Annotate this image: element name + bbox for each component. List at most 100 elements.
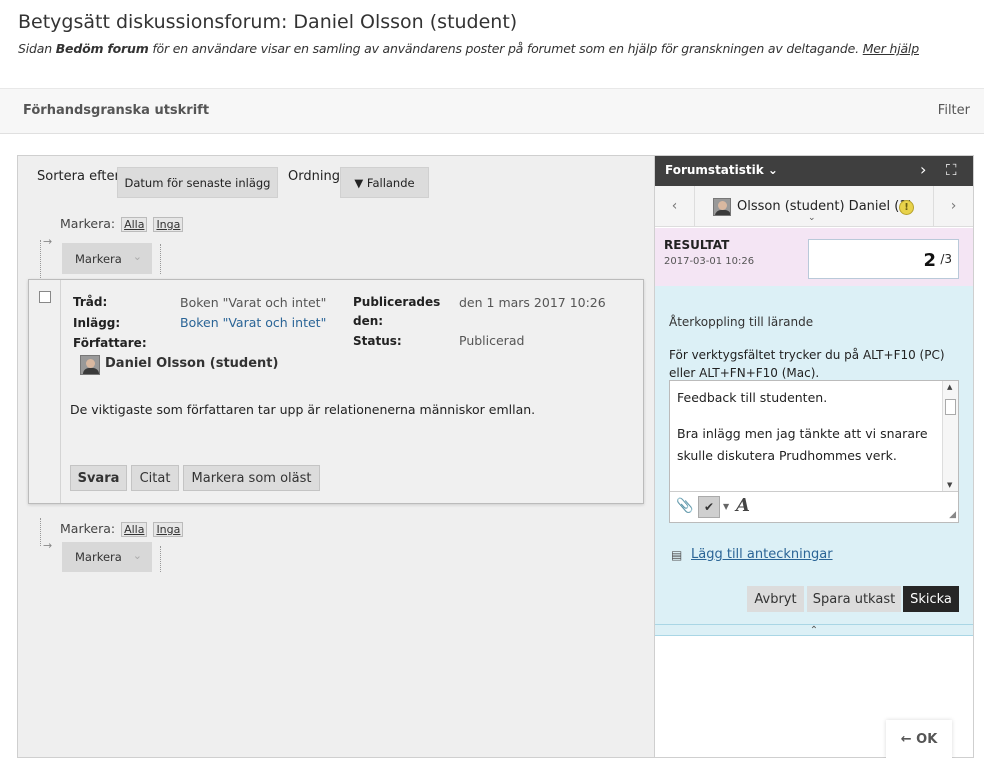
select-row-bottom: Markera: Alla Inga bbox=[60, 521, 184, 537]
page-header: Betygsätt diskussionsforum: Daniel Olsso… bbox=[0, 0, 984, 88]
font-format-icon[interactable]: A bbox=[736, 495, 750, 516]
thread-value: Boken "Varat och intet" bbox=[180, 295, 327, 310]
select-all-link[interactable]: Alla bbox=[121, 217, 148, 232]
student-navigator: ‹ Olsson (student) Daniel (1) ! ⌄ › bbox=[655, 186, 973, 227]
select-none-link[interactable]: Inga bbox=[153, 217, 184, 232]
post-card: Tråd: Boken "Varat och intet" Inlägg: Bo… bbox=[28, 279, 644, 504]
needs-grading-icon: ! bbox=[899, 200, 914, 215]
resize-grip-icon[interactable]: ◢ bbox=[949, 510, 956, 520]
chevron-up-icon: ⌃ bbox=[809, 624, 819, 636]
published-label: Publicerades bbox=[353, 295, 441, 309]
tree-connector bbox=[40, 518, 41, 546]
select-row-top: Markera: Alla Inga bbox=[60, 216, 184, 232]
score-input[interactable]: 2 /3 bbox=[808, 239, 959, 279]
post-link[interactable]: Boken "Varat och intet" bbox=[180, 315, 326, 330]
desc-prefix: Sidan bbox=[18, 41, 52, 56]
page-title: Betygsätt diskussionsforum: Daniel Olsso… bbox=[18, 11, 518, 33]
caret-down-icon[interactable]: ▼ bbox=[723, 502, 729, 511]
spellcheck-icon[interactable]: ✔ bbox=[698, 496, 720, 518]
chevron-down-icon: ⌄ bbox=[767, 163, 778, 177]
order-label: Ordning bbox=[288, 169, 340, 184]
chevron-right-icon[interactable]: › bbox=[920, 160, 926, 179]
page-description: Sidan Bedöm forum för en användare visar… bbox=[18, 41, 919, 56]
caret-down-icon[interactable]: ⌄ bbox=[808, 213, 816, 223]
result-date: 2017-03-01 10:26 bbox=[664, 256, 755, 267]
editor-toolbar: 📎 ✔ ▼ A ◢ bbox=[670, 491, 958, 522]
tree-connector bbox=[160, 546, 161, 572]
markera-dropdown-button[interactable]: Markera ⌄ bbox=[62, 542, 152, 572]
collapse-handle[interactable]: ⌃ bbox=[655, 624, 973, 636]
result-section: RESULTAT 2017-03-01 10:26 2 /3 bbox=[655, 228, 973, 286]
scroll-down-icon[interactable]: ▼ bbox=[947, 481, 952, 489]
divider bbox=[60, 280, 61, 503]
next-student-button[interactable]: › bbox=[933, 186, 973, 226]
previous-student-button[interactable]: ‹ bbox=[655, 186, 695, 226]
order-select[interactable]: ▼ Fallande bbox=[340, 167, 429, 198]
status-value: Publicerad bbox=[459, 333, 525, 348]
quote-button[interactable]: Citat bbox=[131, 465, 179, 491]
select-label: Markera: bbox=[60, 521, 116, 536]
chevron-left-icon: ‹ bbox=[671, 198, 678, 214]
forum-stats-toggle[interactable]: Forumstatistik ⌄ bbox=[665, 163, 778, 177]
posts-panel: Sortera efter Datum för senaste inlägg O… bbox=[17, 155, 655, 758]
select-all-link[interactable]: Alla bbox=[121, 522, 148, 537]
feedback-title: Återkoppling till lärande bbox=[669, 315, 814, 329]
scroll-up-icon[interactable]: ▲ bbox=[947, 383, 952, 391]
feedback-editor[interactable]: Feedback till studenten. Bra inlägg men … bbox=[669, 380, 959, 523]
select-label: Markera: bbox=[60, 216, 116, 231]
author-label: Författare: bbox=[73, 336, 147, 350]
markera-label: Markera bbox=[75, 550, 122, 564]
post-select-checkbox[interactable] bbox=[39, 291, 51, 303]
chevron-right-icon: › bbox=[950, 198, 957, 214]
reply-button[interactable]: Svara bbox=[70, 465, 127, 491]
select-none-link[interactable]: Inga bbox=[153, 522, 184, 537]
author-avatar bbox=[80, 355, 100, 375]
result-label: RESULTAT bbox=[664, 238, 730, 252]
markera-dropdown-button[interactable]: Markera ⌄ bbox=[62, 243, 152, 274]
tree-connector bbox=[160, 244, 161, 274]
feedback-line: Bra inlägg men jag tänkte att vi snarare… bbox=[677, 426, 928, 463]
status-label: Status: bbox=[353, 334, 402, 348]
arrow-right-icon: → bbox=[43, 235, 53, 248]
markera-label: Markera bbox=[75, 251, 122, 266]
student-selector[interactable]: Olsson (student) Daniel (1) bbox=[737, 199, 913, 214]
print-preview-button[interactable]: Förhandsgranska utskrift bbox=[23, 103, 209, 118]
feedback-line: Feedback till studenten. bbox=[677, 390, 828, 405]
student-avatar bbox=[713, 198, 731, 216]
thread-label: Tråd: bbox=[73, 295, 108, 309]
more-help-link[interactable]: Mer hjälp bbox=[863, 41, 919, 56]
post-body: De viktigaste som författaren tar upp är… bbox=[70, 402, 536, 417]
post-label: Inlägg: bbox=[73, 316, 121, 330]
forum-stats-bar: Forumstatistik ⌄ › ⛶ bbox=[655, 156, 973, 186]
sort-by-select[interactable]: Datum för senaste inlägg bbox=[117, 167, 278, 198]
filter-button[interactable]: Filter bbox=[938, 103, 970, 118]
tree-connector bbox=[40, 240, 41, 278]
send-button[interactable]: Skicka bbox=[903, 586, 959, 612]
ok-button[interactable]: ← OK bbox=[886, 720, 952, 758]
double-chevron-down-icon: ⌄ bbox=[132, 250, 142, 263]
feedback-text[interactable]: Feedback till studenten. Bra inlägg men … bbox=[677, 387, 937, 481]
save-draft-button[interactable]: Spara utkast bbox=[807, 586, 901, 612]
notes-icon: ▤ bbox=[671, 548, 683, 562]
mark-unread-button[interactable]: Markera som oläst bbox=[183, 465, 320, 491]
forum-stats-title: Forumstatistik bbox=[665, 163, 764, 177]
score-value: 2 bbox=[923, 250, 936, 271]
toolbar-hint: För verktygsfältet trycker du på ALT+F10… bbox=[669, 348, 945, 380]
cancel-button[interactable]: Avbryt bbox=[747, 586, 804, 612]
expand-icon[interactable]: ⛶ bbox=[946, 161, 957, 179]
double-chevron-down-icon: ⌄ bbox=[132, 549, 142, 562]
author-name: Daniel Olsson (student) bbox=[105, 356, 279, 371]
feedback-section: Återkoppling till lärande För verktygsfä… bbox=[655, 286, 973, 624]
desc-rest: för en användare visar en samling av anv… bbox=[152, 41, 859, 56]
score-max: /3 bbox=[940, 252, 952, 266]
editor-scrollbar[interactable]: ▲ ▼ bbox=[942, 381, 958, 491]
published-value: den 1 mars 2017 10:26 bbox=[459, 295, 606, 310]
sort-label: Sortera efter bbox=[37, 169, 120, 184]
paperclip-icon[interactable]: 📎 bbox=[676, 498, 693, 514]
arrow-right-icon: → bbox=[43, 539, 53, 552]
desc-bold: Bedöm forum bbox=[55, 41, 149, 56]
scroll-thumb[interactable] bbox=[945, 399, 956, 415]
add-notes-link[interactable]: Lägg till anteckningar bbox=[691, 547, 833, 562]
action-bar: Förhandsgranska utskrift Filter bbox=[0, 88, 984, 134]
grading-sidebar: Forumstatistik ⌄ › ⛶ ‹ Olsson (student) … bbox=[654, 155, 974, 758]
